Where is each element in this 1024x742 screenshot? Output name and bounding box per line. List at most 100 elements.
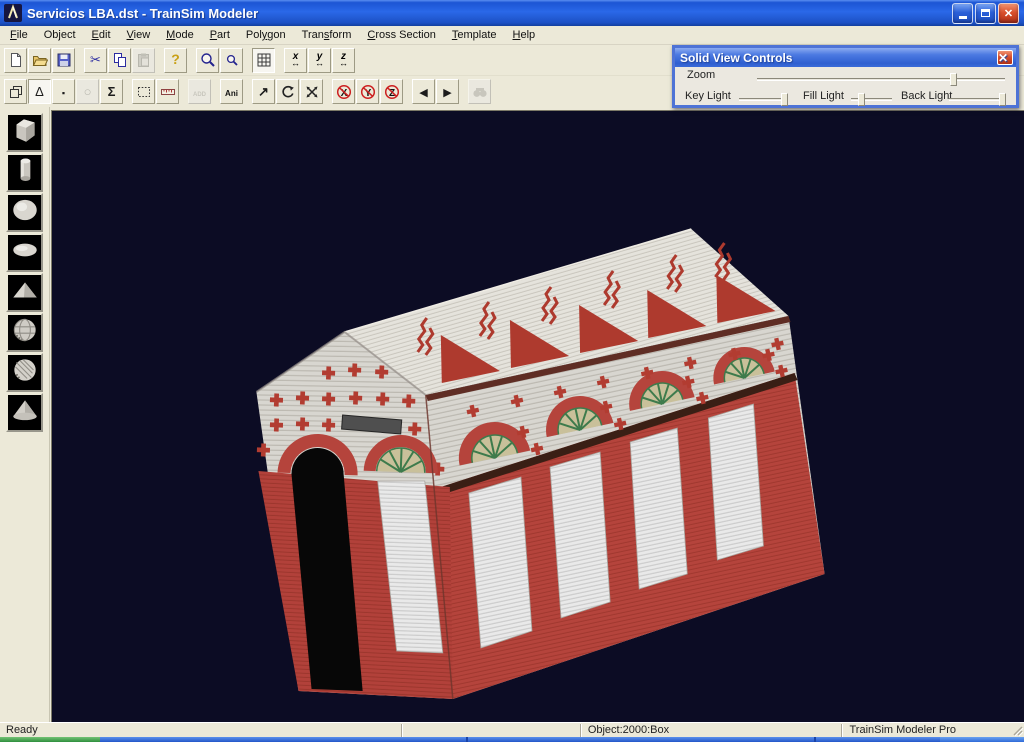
box-shape-icon <box>10 114 40 151</box>
marquee-select-button[interactable] <box>132 79 155 104</box>
key-light-label: Key Light <box>685 90 731 102</box>
axis-y-button[interactable]: y↔ <box>308 48 331 73</box>
solid-mode-icon <box>8 84 24 100</box>
menu-bar: FileObjectEditViewModePartPolygonTransfo… <box>0 26 1024 45</box>
zoom-in-icon <box>200 52 216 68</box>
building-model <box>52 111 1024 722</box>
rotate-icon <box>280 84 296 100</box>
fill-light-slider-track[interactable] <box>851 98 892 101</box>
start-button-sliver[interactable] <box>0 737 100 742</box>
menu-part[interactable]: Part <box>202 27 238 43</box>
status-pane-3: TrainSim Modeler Pro <box>843 723 1010 738</box>
solid-mode-button[interactable] <box>4 79 27 104</box>
fill-light-slider-thumb[interactable] <box>858 93 865 106</box>
windows-taskbar[interactable] <box>0 737 1024 742</box>
create-box-button[interactable] <box>6 113 43 152</box>
menu-help[interactable]: Help <box>505 27 544 43</box>
create-wedge-button[interactable] <box>6 273 43 312</box>
zoom-in-button[interactable] <box>196 48 219 73</box>
zoom-out-icon <box>224 52 240 68</box>
create-geosphere-button[interactable] <box>6 313 43 352</box>
prev-icon: ◀ <box>419 83 427 101</box>
lock-x-button[interactable]: X <box>332 79 355 104</box>
menu-object[interactable]: Object <box>36 27 84 43</box>
prev-button[interactable]: ◀ <box>412 79 435 104</box>
menu-transform[interactable]: Transform <box>294 27 360 43</box>
geosphere2-shape-icon <box>10 354 40 391</box>
shape-toolbox <box>0 107 50 722</box>
zoom-slider-track[interactable] <box>757 78 1005 81</box>
key-light-slider-track[interactable] <box>739 98 786 101</box>
menu-view[interactable]: View <box>119 27 159 43</box>
menu-polygon[interactable]: Polygon <box>238 27 294 43</box>
sphere-shape-icon <box>10 194 40 231</box>
copy-icon <box>112 52 128 68</box>
cut-scissors-icon: ✂ <box>90 51 101 69</box>
create-ellipsoid-button[interactable] <box>6 233 43 272</box>
key-light-slider-thumb[interactable] <box>781 93 788 106</box>
resize-grip[interactable] <box>1010 723 1024 737</box>
save-button[interactable] <box>52 48 75 73</box>
sigma-tool-button[interactable]: Σ <box>100 79 123 104</box>
wireframe-mode-icon: Δ <box>35 83 44 101</box>
menu-template[interactable]: Template <box>444 27 505 43</box>
find-icon <box>472 84 488 100</box>
move-arrow-icon: ↗ <box>258 83 269 101</box>
rotate-button[interactable] <box>276 79 299 104</box>
scale-button[interactable] <box>300 79 323 104</box>
new-button[interactable] <box>4 48 27 73</box>
close-button[interactable]: ✕ <box>998 3 1019 24</box>
solid-view-controls-palette: Solid View Controls ✕ ZoomKey LightFill … <box>672 45 1019 108</box>
menu-cross-section[interactable]: Cross Section <box>359 27 443 43</box>
axis-z-button[interactable]: z↔ <box>332 48 355 73</box>
grid-icon <box>256 52 272 68</box>
lock-z-button[interactable]: Z <box>380 79 403 104</box>
minimize-button[interactable] <box>952 3 973 24</box>
zoom-slider-thumb[interactable] <box>950 73 957 86</box>
viewport-3d[interactable] <box>51 110 1024 722</box>
no-x-icon: X <box>336 84 352 100</box>
status-pane-1 <box>403 723 579 738</box>
no-z-icon: Z <box>384 84 400 100</box>
create-geosphere-2-button[interactable] <box>6 353 43 392</box>
menu-file[interactable]: File <box>2 27 36 43</box>
axis-x-icon: x↔ <box>291 53 300 67</box>
open-button[interactable] <box>28 48 51 73</box>
open-folder-icon <box>32 52 48 68</box>
marquee-icon <box>136 84 152 100</box>
help-icon: ? <box>171 51 180 69</box>
next-button[interactable]: ▶ <box>436 79 459 104</box>
maximize-button[interactable] <box>975 3 996 24</box>
palette-title: Solid View Controls <box>680 51 997 65</box>
palette-close-button[interactable]: ✕ <box>997 50 1013 65</box>
paste-button <box>132 48 155 73</box>
cone-shape-icon <box>10 394 40 431</box>
palette-title-bar[interactable]: Solid View Controls ✕ <box>675 48 1016 67</box>
move-button[interactable]: ↗ <box>252 79 275 104</box>
help-button[interactable]: ? <box>164 48 187 73</box>
zoom-out-button[interactable] <box>220 48 243 73</box>
back-light-slider-thumb[interactable] <box>999 93 1006 106</box>
taskbar-sliver[interactable] <box>100 737 940 742</box>
back-light-slider-track[interactable] <box>949 98 1006 101</box>
system-tray-sliver <box>940 737 1024 742</box>
wireframe-mode-button[interactable]: Δ <box>28 79 51 104</box>
menu-mode[interactable]: Mode <box>158 27 202 43</box>
cut-button[interactable]: ✂ <box>84 48 107 73</box>
grid-toggle-button[interactable] <box>252 48 275 73</box>
axis-z-icon: z↔ <box>339 53 348 67</box>
animation-button[interactable]: Ani <box>220 79 243 104</box>
measure-button[interactable] <box>156 79 179 104</box>
lock-y-button[interactable]: Y <box>356 79 379 104</box>
ruler-icon <box>160 84 176 100</box>
menu-edit[interactable]: Edit <box>84 27 119 43</box>
vertex-mode-button[interactable]: ▪ <box>52 79 75 104</box>
sigma-icon: Σ <box>108 83 116 101</box>
create-cylinder-button[interactable] <box>6 153 43 192</box>
axis-x-button[interactable]: x↔ <box>284 48 307 73</box>
window-title: Servicios LBA.dst - TrainSim Modeler <box>27 6 952 21</box>
minimize-icon <box>959 16 967 19</box>
copy-button[interactable] <box>108 48 131 73</box>
create-sphere-button[interactable] <box>6 193 43 232</box>
create-cone-button[interactable] <box>6 393 43 432</box>
